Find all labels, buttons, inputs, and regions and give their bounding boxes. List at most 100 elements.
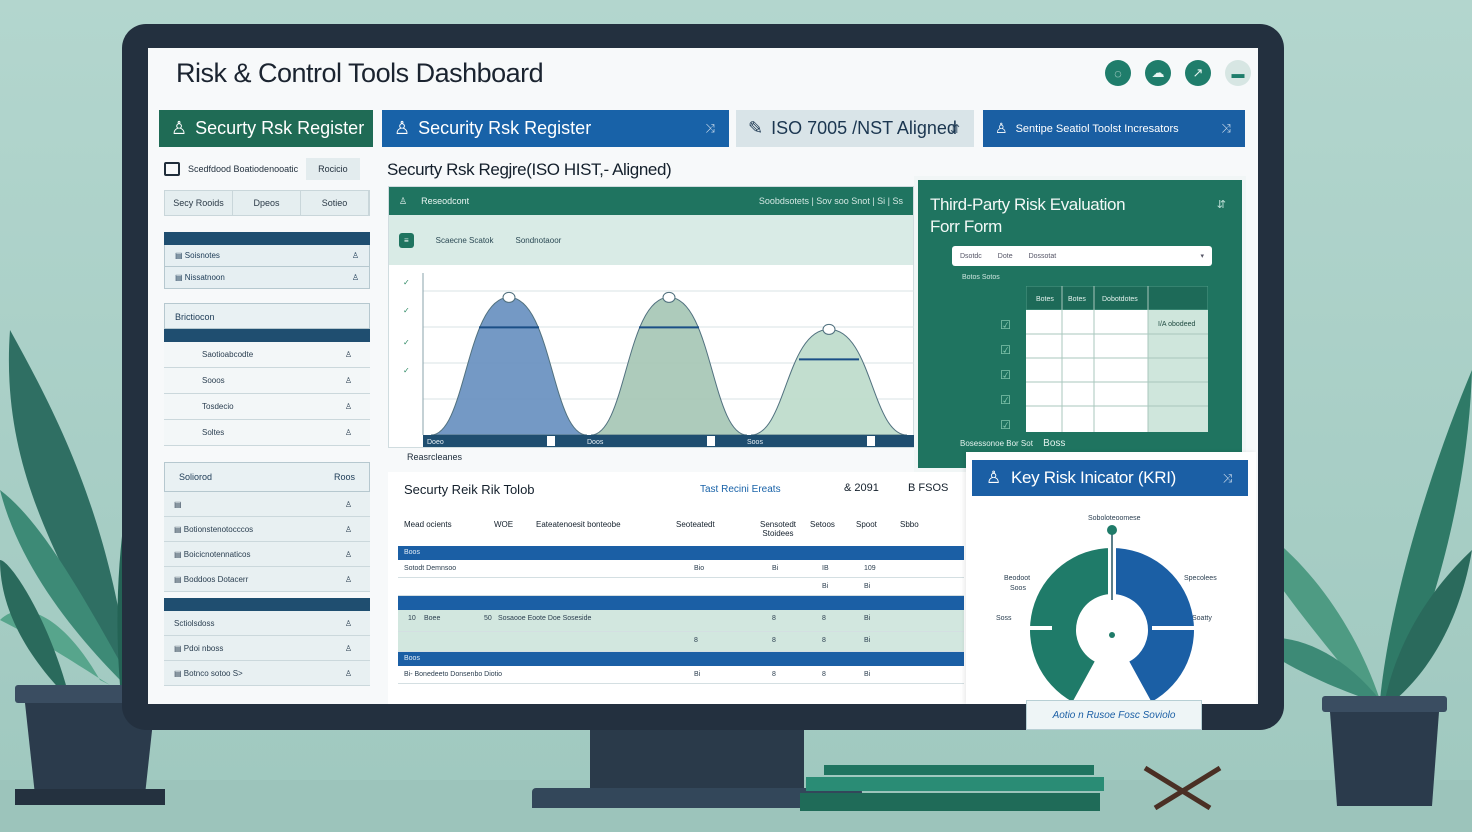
evaluation-checks: ☑ ☑ ☑ ☑ ☑ — [998, 318, 1013, 433]
svg-text:I/A obodeed: I/A obodeed — [1158, 321, 1195, 328]
pot-right — [1322, 696, 1447, 806]
menu-icon[interactable]: ▬ — [1225, 60, 1251, 86]
nav-divider-bar — [164, 232, 370, 245]
kri-needle-knob — [1107, 525, 1117, 535]
checkbox-icon[interactable]: ☑ — [998, 318, 1013, 333]
tab-security-control-tools[interactable]: ♙ Sentipe Seatiol Toolst Incresators ⤨ — [983, 110, 1245, 147]
checkbox-icon[interactable]: ☑ — [998, 343, 1013, 358]
svg-text:Soboloteoomese: Soboloteoomese — [1088, 515, 1141, 522]
chart-toolbar: ♙ Reseodcont Soobdsotets | Sov soo Snot … — [389, 187, 913, 215]
series-peak-point — [822, 323, 836, 335]
series-peak-point — [502, 291, 516, 303]
table-link[interactable]: Tast Recini Ereats — [700, 484, 781, 495]
nav-item[interactable]: ▤ Boddoos Dotacerr ♙ — [164, 567, 370, 592]
kri-gauge-tick — [1022, 626, 1052, 630]
kri-panel: ♙ Key Risk Inicator (KRI) ⤨ Soboloteoome… — [966, 452, 1256, 704]
tab-label: Securty Rsk Register — [195, 118, 365, 138]
category-label: Doeo — [427, 439, 444, 446]
nav-item[interactable]: ▤ Pdoi nboss ♙ — [164, 636, 370, 661]
nav-item[interactable]: ▤ Botionstenotocccos ♙ — [164, 517, 370, 542]
crossed-sticks — [1143, 765, 1222, 810]
svg-text:Dobotdotes: Dobotdotes — [1102, 296, 1138, 303]
risk-toolbox-table: Securty Reik Rik Tolob Tast Recini Ereat… — [388, 472, 968, 704]
table-row[interactable]: Bi Bi — [398, 578, 964, 596]
nav-tabs: Secy Rooids Dpeos Sotieo — [164, 190, 370, 216]
nav-tab[interactable]: Dpeos — [233, 191, 301, 215]
nav-chip[interactable]: Rocicio — [306, 158, 360, 180]
kri-donut-segment-teal — [1030, 548, 1112, 702]
page-title: Risk & Control Tools Dashboard — [176, 58, 544, 88]
nav-tab[interactable]: Sotieo — [301, 191, 369, 215]
checkbox-icon[interactable]: ☑ — [998, 418, 1013, 433]
table-title: Securty Reik Rik Tolob — [404, 482, 535, 497]
risk-chart-panel: ♙ Reseodcont Soobdsotets | Sov soo Snot … — [388, 186, 915, 462]
svg-text:Soos: Soos — [1010, 585, 1026, 592]
category-separator — [547, 436, 555, 446]
expand-icon: ⤨ — [1222, 470, 1233, 485]
third-party-title: Third-Party Risk Evaluation Forr Form — [930, 195, 1126, 236]
checkbox-icon[interactable]: ☑ — [998, 393, 1013, 408]
table-band — [398, 596, 964, 610]
nav-item[interactable]: Saotioabcodte ♙ — [164, 342, 370, 368]
nav-header-label: Scedfdood Boatiodenooatic — [188, 164, 299, 174]
kri-title: Key Risk Inicator (KRI) — [1010, 468, 1176, 487]
dashboard-screen: Risk & Control Tools Dashboard ◌ ☁ ↗ ▬ ♙… — [148, 48, 1258, 704]
table-row[interactable]: Bi- Bonedeeto Donsenbo Diotio Bi 8 8 Bi — [398, 666, 964, 684]
axis-marker: ✓ — [403, 278, 410, 287]
table-row[interactable]: 10 Boee 50 Sosaooe Eoote Doe Soseside 8 … — [398, 610, 964, 632]
category-separator — [707, 436, 715, 446]
kri-header[interactable]: ♙ Key Risk Inicator (KRI) ⤨ — [972, 460, 1248, 496]
user-icon: ♙ — [351, 251, 359, 260]
nav-item[interactable]: ▤ ♙ — [164, 492, 370, 517]
chart-footer-label: Reasrcleanes — [407, 452, 463, 462]
third-party-footer: Bosessonoe Bor Sot Boss — [960, 438, 1066, 449]
nav-item[interactable]: Sooos ♙ — [164, 368, 370, 394]
nav-item[interactable]: Sctiolsdoss ♙ — [164, 611, 370, 636]
chart-filter-pill[interactable]: ≡ — [399, 232, 414, 248]
chart-toolbar-label: Reseodcont — [421, 196, 470, 206]
table-row[interactable]: Sotodt Demnsoo Bio Bi IB 109 — [398, 560, 964, 578]
nav-divider-bar — [164, 329, 370, 342]
nav-item[interactable]: ▤ Boicicnotennaticos ♙ — [164, 542, 370, 567]
dropdown-icon: ▾ — [1200, 253, 1204, 260]
nav-item[interactable]: ▤ Nissatnoon ♙ — [164, 267, 370, 289]
kri-donut-segment-blue — [1112, 548, 1194, 702]
cloud-icon[interactable]: ☁ — [1145, 60, 1171, 86]
svg-text:Soss: Soss — [996, 615, 1012, 622]
expand-icon: ⤨ — [1221, 121, 1231, 135]
chart-area-series — [430, 296, 588, 436]
series-peak-point — [662, 291, 676, 303]
chart-area-series — [590, 296, 748, 436]
tab-security-risk-register-blue[interactable]: ♙ Security Rsk Register ⤨ — [382, 110, 729, 147]
expand-icon: ⤨ — [705, 121, 715, 135]
nav-header: Scedfdood Boatiodenooatic Rocicio — [164, 156, 370, 182]
share-icon[interactable]: ↗ — [1185, 60, 1211, 86]
table-header: Mead ocients WOE Eateatenoesit bonteobe … — [404, 520, 919, 538]
tab-security-risk-register-green[interactable]: ♙ Securty Rsk Register — [159, 110, 373, 147]
table-band: Boos — [398, 652, 964, 666]
chart-toolbar-meta[interactable]: Soobdsotets | Sov soo Snot | Si | Ss — [759, 196, 903, 206]
chart-area-series — [750, 328, 908, 436]
category-label: Soos — [747, 439, 763, 446]
nav-item[interactable]: Soltes ♙ — [164, 420, 370, 446]
nav-tab[interactable]: Secy Rooids — [165, 191, 233, 215]
nav-item[interactable]: ▤ Botnco sotoo S> ♙ — [164, 661, 370, 686]
svg-text:Soatty: Soatty — [1192, 615, 1212, 622]
books-stack — [800, 765, 1104, 811]
third-party-risk-form: Third-Party Risk Evaluation Forr Form ⇵ … — [918, 180, 1242, 468]
nav-section-title: Brictiocon — [164, 303, 370, 329]
tab-iso-nist-aligned[interactable]: ✎ ISO 7005 /NST Aligned ⇵ — [736, 110, 974, 147]
person-icon: ♙ — [986, 468, 1001, 487]
nav-item[interactable]: ▤ Soisnotes ♙ — [164, 245, 370, 267]
risk-area-chart: ✓ ✓ ✓ ✓ Doeo Doos Soos — [403, 273, 915, 447]
table-row[interactable]: 8 8 8 Bi — [398, 632, 964, 652]
axis-marker: ✓ — [403, 366, 410, 375]
third-party-risk-panel: Third-Party Risk Evaluation Forr Form ⇵ … — [914, 176, 1246, 472]
kri-center-dot — [1109, 632, 1115, 638]
chat-icon[interactable]: ◌ — [1105, 60, 1131, 86]
third-party-search-field[interactable]: Dsotdc Dote Dossotat ▾ — [952, 246, 1212, 266]
expand-icon[interactable]: ⇵ — [1217, 198, 1226, 211]
checkbox-icon[interactable]: ☑ — [998, 368, 1013, 383]
nav-item[interactable]: Tosdecio ♙ — [164, 394, 370, 420]
svg-text:Botes: Botes — [1068, 296, 1086, 303]
